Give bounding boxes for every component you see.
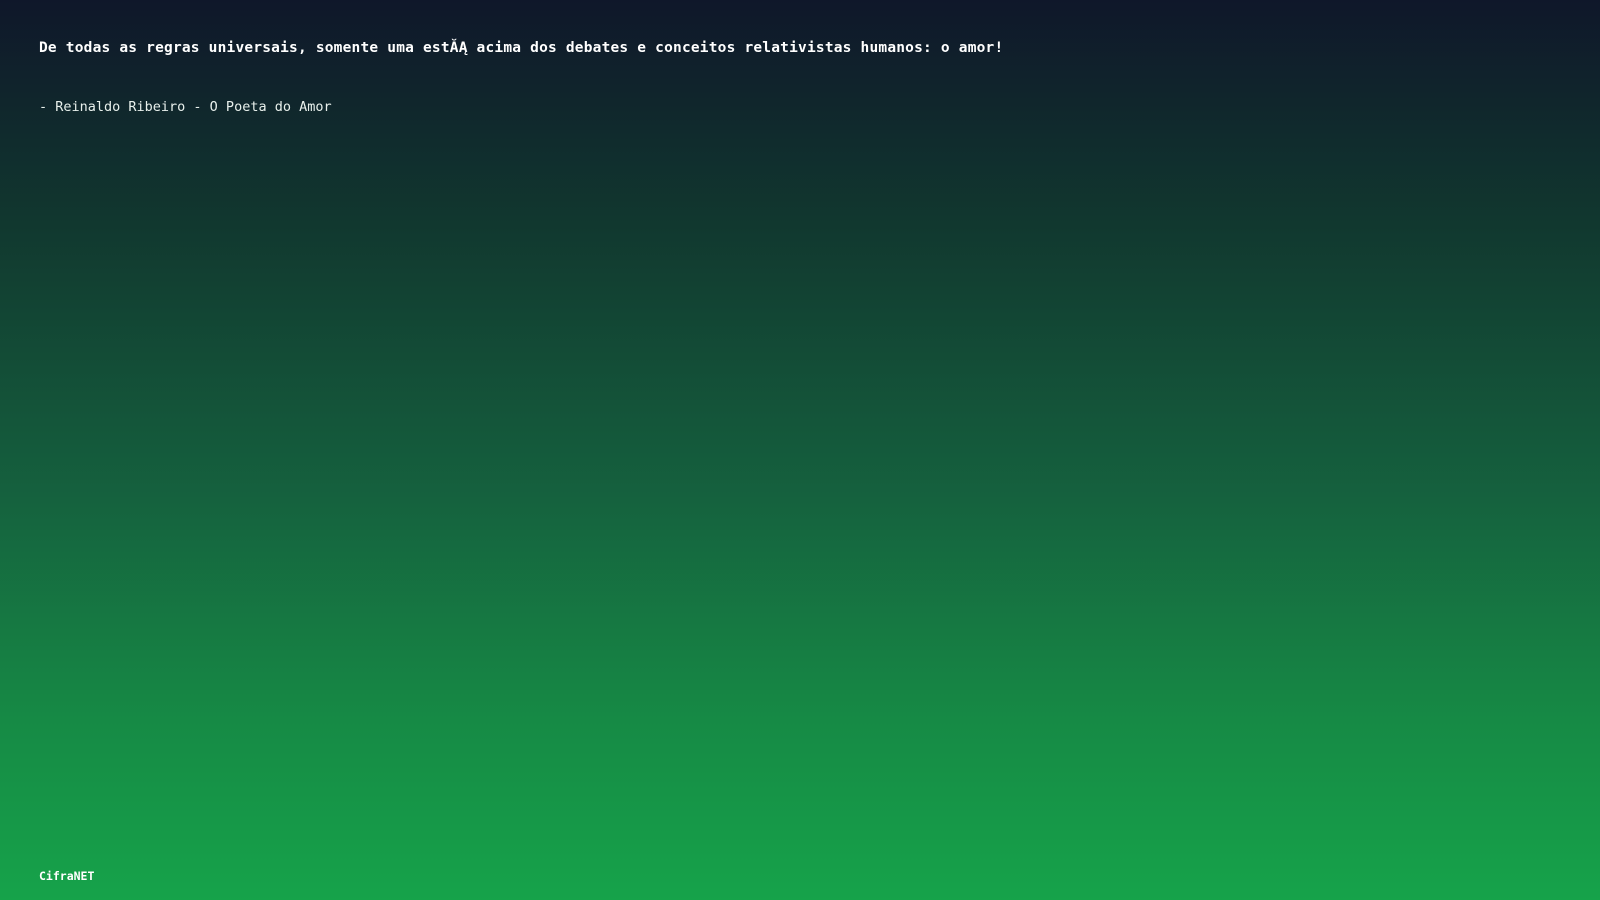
brand-logo-text: CifraNET — [39, 869, 95, 883]
quote-text: De todas as regras universais, somente u… — [39, 40, 1004, 56]
quote-author: - Reinaldo Ribeiro - O Poeta do Amor — [39, 99, 332, 115]
